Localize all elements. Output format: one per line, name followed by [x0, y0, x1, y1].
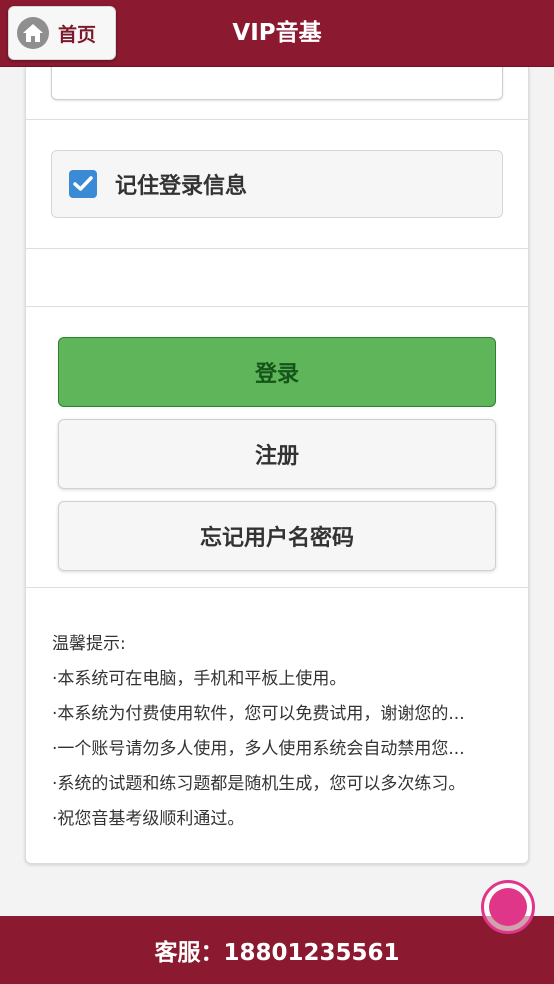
customer-service-text[interactable]: 客服：18801235561	[154, 933, 399, 967]
header-bar: 首页 VIP音基	[0, 0, 554, 67]
divider	[26, 248, 528, 249]
tip-item: ·系统的试题和练习题都是随机生成，您可以多次练习。	[52, 774, 466, 794]
assistive-touch-icon[interactable]	[481, 880, 535, 934]
check-icon	[73, 176, 93, 191]
password-input[interactable]	[51, 67, 503, 100]
tips-section: 温馨提示: ·本系统可在电脑，手机和平板上使用。 ·本系统为付费使用软件，您可以…	[52, 627, 500, 837]
tip-item: ·本系统可在电脑，手机和平板上使用。	[52, 669, 347, 689]
remember-login-row[interactable]: 记住登录信息	[51, 150, 503, 218]
page-title: VIP音基	[232, 20, 322, 46]
tip-item: ·本系统为付费使用软件，您可以免费试用，谢谢您的...	[52, 704, 465, 724]
remember-label: 记住登录信息	[115, 174, 248, 199]
forgot-credentials-button[interactable]: 忘记用户名密码	[58, 501, 496, 571]
remember-checkbox[interactable]	[69, 170, 97, 198]
customer-service-footer: 客服：18801235561	[0, 916, 554, 984]
tip-item: ·一个账号请勿多人使用，多人使用系统会自动禁用您...	[52, 739, 465, 759]
divider	[26, 587, 528, 588]
divider	[26, 119, 528, 120]
login-button[interactable]: 登录	[58, 337, 496, 407]
tip-item: ·祝您音基考级顺利通过。	[52, 809, 245, 829]
login-card: 记住登录信息 登录 注册 忘记用户名密码 温馨提示: ·本系统可在电脑，手机和平…	[25, 67, 529, 864]
tips-heading: 温馨提示:	[52, 634, 126, 654]
assistive-touch-dot	[489, 888, 527, 926]
register-button[interactable]: 注册	[58, 419, 496, 489]
divider	[26, 306, 528, 307]
